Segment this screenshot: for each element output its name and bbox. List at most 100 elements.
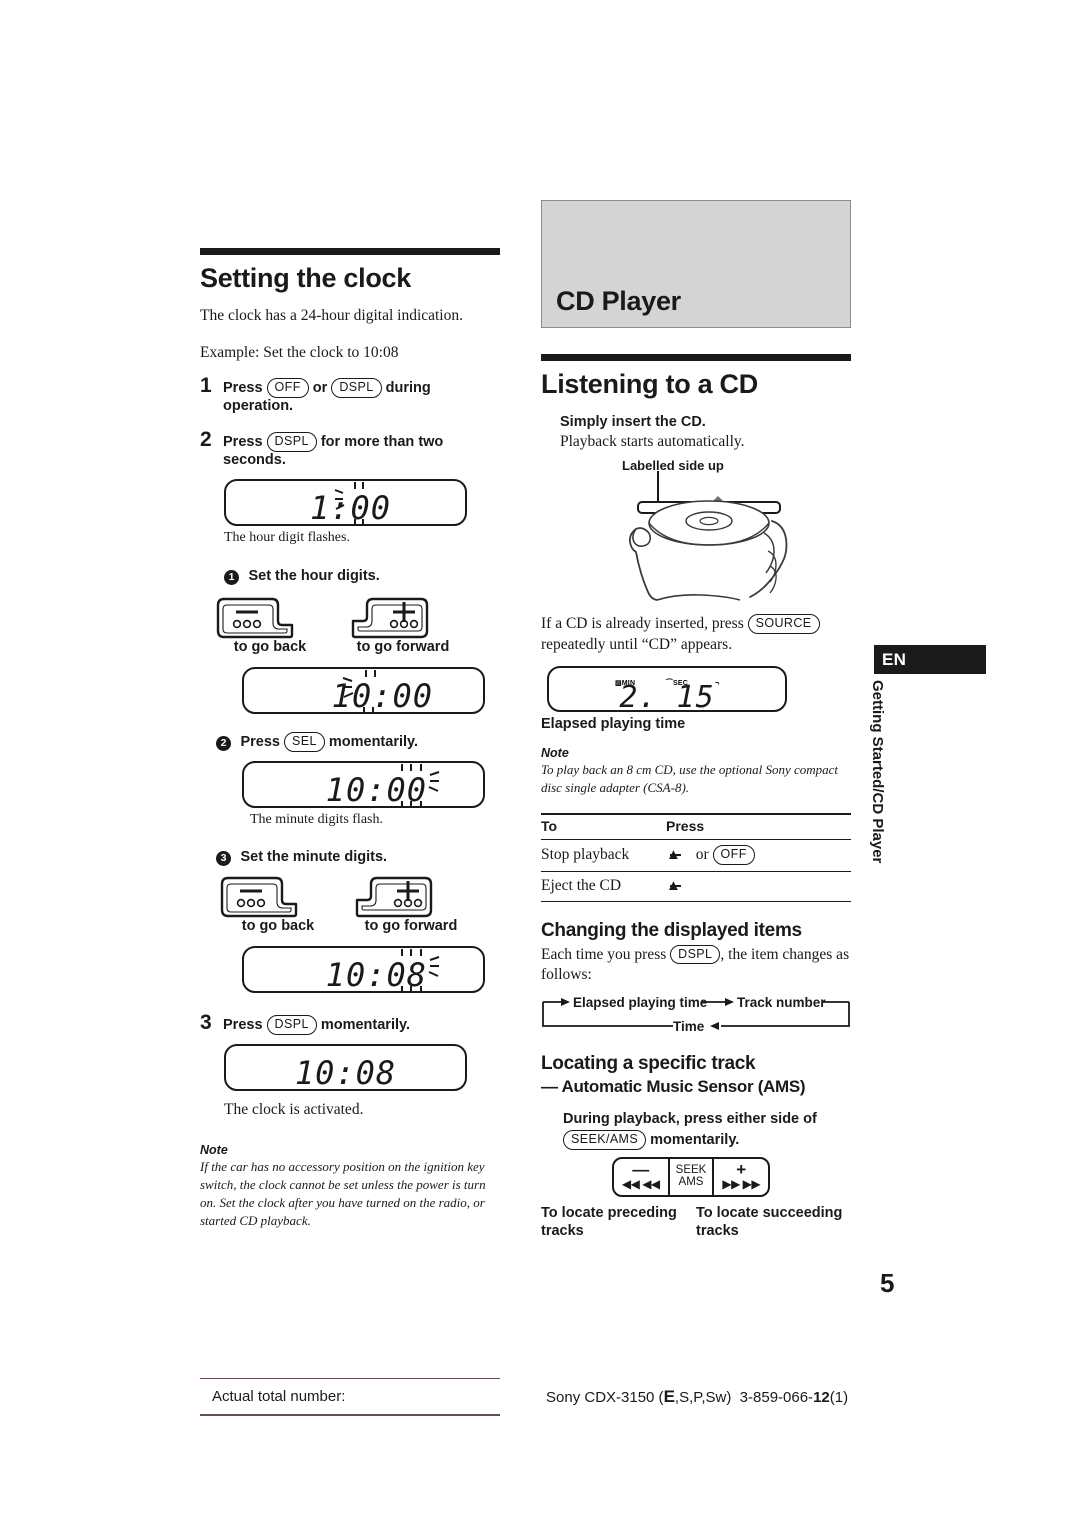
seek-ams-button[interactable]: — ◀◀ ◀◀ SEEK AMS + ▶▶ ▶▶ xyxy=(611,1157,771,1197)
side-tab-text: Getting Started/CD Player xyxy=(869,680,886,864)
step-1-word-or: or xyxy=(312,379,328,396)
seek-plus-symbol: + xyxy=(736,1160,747,1180)
flash-marks-icon-3 xyxy=(401,764,440,809)
key-dspl-3[interactable]: DSPL xyxy=(266,1015,317,1036)
left-column: Setting the clock The clock has a 24-hou… xyxy=(200,248,500,1230)
step-1-number: 1 xyxy=(200,373,212,397)
seek-ams-button-wrap: — ◀◀ ◀◀ SEEK AMS + ▶▶ ▶▶ xyxy=(531,1157,851,1197)
intro-text: The clock has a 24-hour digital indicati… xyxy=(200,307,463,324)
rocker-plus-button[interactable] xyxy=(347,595,487,641)
footer-variant-bold: E xyxy=(663,1387,675,1406)
flow-label-2: Track number xyxy=(737,995,826,1010)
locating-instruction: During playback, press either side of SE… xyxy=(563,1109,853,1151)
flash-marks-icon-2 xyxy=(342,670,376,715)
listening-rule xyxy=(541,354,851,361)
lcd-display-2: 10:00 xyxy=(242,667,485,715)
rocker-captions-minute: to go back to go forward xyxy=(208,918,500,934)
key-off[interactable]: OFF xyxy=(266,377,309,398)
step-2: 2 Press DSPL for more than two seconds. xyxy=(200,428,500,468)
lcd-display-4: 10:08 xyxy=(242,946,485,994)
lcd-elapsed-value: 2. 15 xyxy=(619,679,715,715)
seek-button-left[interactable]: — ◀◀ ◀◀ xyxy=(614,1159,668,1194)
substep-3-marker: 3 xyxy=(216,851,231,866)
table-cell-press-eject: ▲ xyxy=(666,871,851,902)
cd-insert-illustration xyxy=(628,470,788,601)
table-header-to: To xyxy=(541,813,666,840)
rocker-minus-button[interactable] xyxy=(214,595,354,641)
table-header-row: To Press xyxy=(541,813,851,840)
seek-captions: To locate preceding tracks To locate suc… xyxy=(541,1204,851,1242)
substep-1-label: Set the hour digits. xyxy=(248,568,380,585)
locating-instruction-before: During playback, press either side of xyxy=(563,1111,817,1128)
substep-2-text: Press SEL momentarily. xyxy=(240,732,419,753)
footer-partnum-suffix: (1) xyxy=(829,1389,849,1406)
changing-items-heading: Changing the displayed items xyxy=(541,919,802,941)
rocker-plus-button-2[interactable] xyxy=(351,874,491,920)
table-cell-to-stop: Stop playback xyxy=(541,839,666,872)
step-1: 1 Press OFF or DSPL during operation. xyxy=(200,374,500,414)
lcd-1-caption: The hour digit flashes. xyxy=(224,529,350,545)
right-note-label: Note xyxy=(541,745,569,760)
substep-2-marker: 2 xyxy=(216,736,231,752)
already-inserted-before: If a CD is already inserted, press xyxy=(541,614,744,632)
right-note-body: To play back an 8 cm CD, use the optiona… xyxy=(541,761,839,795)
rocker-back-label-2: to go back xyxy=(241,918,315,935)
substep-3-label: Set the minute digits. xyxy=(240,849,388,866)
footer-variant-rest: ,S,P,Sw) xyxy=(674,1389,732,1406)
seek-forward-icon: ▶▶ ▶▶ xyxy=(722,1177,761,1192)
left-note-body: If the car has no accessory position on … xyxy=(200,1159,486,1228)
rocker-pair-hour xyxy=(200,595,500,641)
lcd-elapsed-caption: Elapsed playing time xyxy=(541,715,686,732)
step-3-tail: momentarily. xyxy=(320,1017,411,1034)
substep-2: 2 Press SEL momentarily. xyxy=(216,732,500,753)
substep-1-marker: 1 xyxy=(224,570,239,586)
rocker-captions-hour: to go back to go forward xyxy=(200,639,500,655)
step-2-word-press: Press xyxy=(223,433,263,450)
flash-marks-icon xyxy=(334,481,364,526)
flow-label-3: Time xyxy=(673,1019,705,1034)
table-cell-to-eject: Eject the CD xyxy=(541,871,666,902)
footer-brand-model: Sony CDX-3150 ( xyxy=(546,1389,664,1406)
lcd-5-caption: The clock is activated. xyxy=(224,1101,364,1119)
example-text: Example: Set the clock to 10:08 xyxy=(200,343,399,361)
key-dspl[interactable]: DSPL xyxy=(331,377,382,398)
step-1-text: Press OFF or DSPL during operation. xyxy=(223,377,500,414)
lcd-5-value: 10:08 xyxy=(294,1054,397,1093)
lcd-display-3: 10:00 xyxy=(242,761,485,809)
key-sel[interactable]: SEL xyxy=(284,732,325,753)
lcd-elapsed-time: ▨MIN ⏜SEC ¬ 2. 15 xyxy=(547,665,787,715)
footer-partnum-bold: 12 xyxy=(813,1389,830,1406)
left-note-label: Note xyxy=(200,1143,228,1158)
side-tab-text-wrap: Getting Started/CD Player xyxy=(869,680,1069,863)
flow-arrow-1 xyxy=(561,998,570,1007)
changing-items-text: Each time you press DSPL, the item chang… xyxy=(541,944,851,987)
step-2-number: 2 xyxy=(200,427,212,451)
insert-title: Simply insert the CD. xyxy=(560,414,706,430)
substep-1: 1 Set the hour digits. xyxy=(224,567,500,586)
seek-rewind-icon: ◀◀ ◀◀ xyxy=(621,1177,660,1192)
footer-rule-bottom xyxy=(200,1414,500,1416)
key-seek-ams[interactable]: SEEK/AMS xyxy=(563,1130,647,1151)
right-note: Note To play back an 8 cm CD, use the op… xyxy=(541,746,851,797)
language-tab: EN xyxy=(874,645,986,674)
step-2-text: Press DSPL for more than two seconds. xyxy=(223,431,500,468)
locating-instruction-after: momentarily. xyxy=(650,1132,740,1149)
rocker-forward-label-1: to go forward xyxy=(356,639,450,656)
key-source[interactable]: SOURCE xyxy=(747,613,820,634)
changing-items-before: Each time you press xyxy=(541,945,667,963)
rocker-forward-label-2: to go forward xyxy=(364,918,458,935)
key-dspl-2[interactable]: DSPL xyxy=(266,431,317,452)
rocker-minus-button-2[interactable] xyxy=(218,874,358,920)
seek-button-middle: SEEK AMS xyxy=(667,1159,715,1195)
section-banner-title: CD Player xyxy=(556,286,681,316)
seek-button-right[interactable]: + ▶▶ ▶▶ xyxy=(714,1159,768,1194)
key-dspl-changing[interactable]: DSPL xyxy=(670,944,721,965)
key-off-table[interactable]: OFF xyxy=(712,844,755,865)
already-inserted-after: repeatedly until “CD” appears. xyxy=(541,635,733,653)
table-row: Eject the CD ▲ xyxy=(541,871,851,902)
substep-2-tail: momentarily. xyxy=(328,734,419,751)
locating-subheading: — Automatic Music Sensor (AMS) xyxy=(541,1077,806,1097)
step-3-word-press: Press xyxy=(223,1017,263,1034)
substep-2-press: Press xyxy=(240,734,280,751)
step-1-word-press: Press xyxy=(223,379,263,396)
